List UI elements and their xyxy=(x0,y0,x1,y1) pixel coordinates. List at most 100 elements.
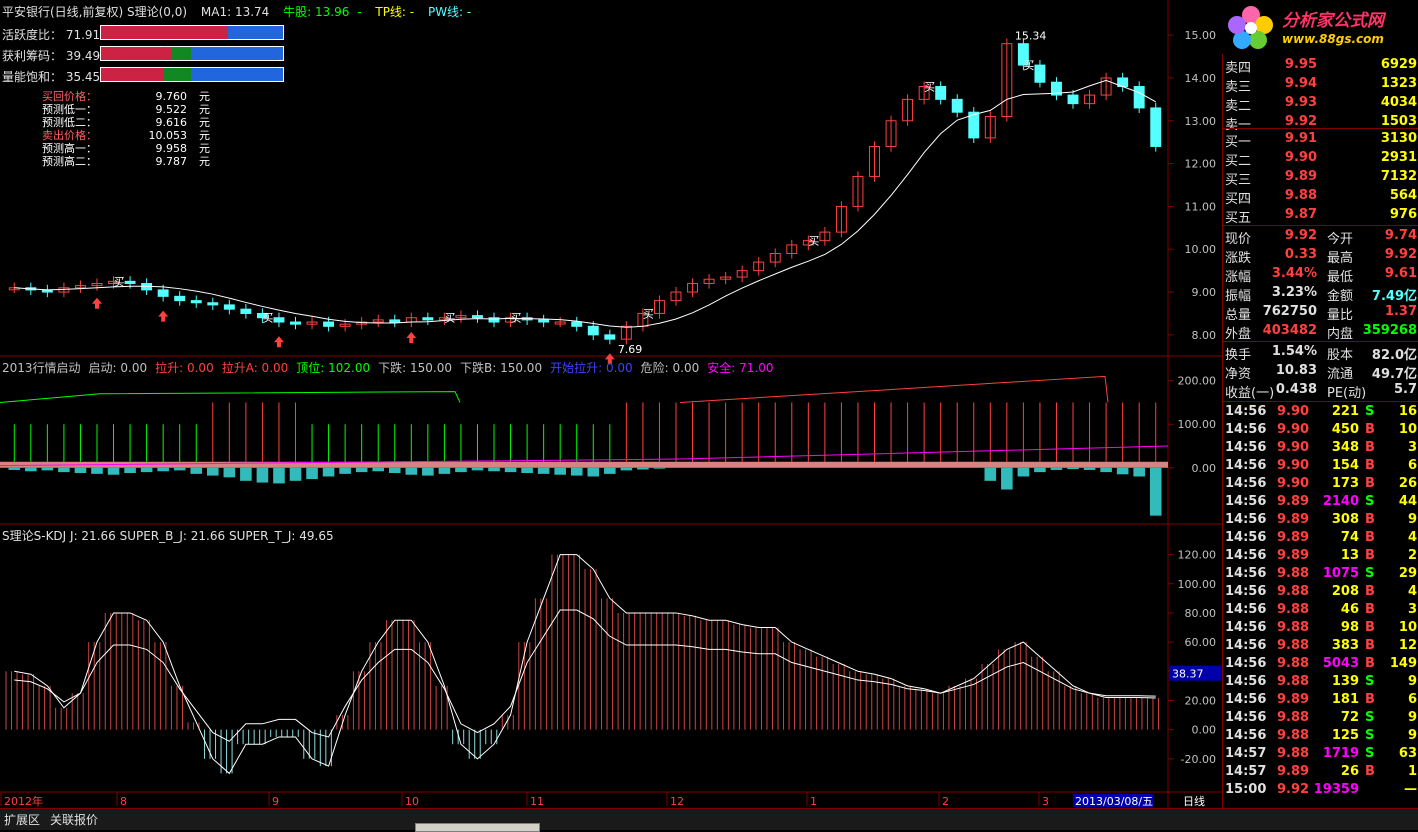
x-tick-label: 12 xyxy=(670,795,684,808)
tick-row: 14:56 9.89 2140 S 44 xyxy=(1223,493,1418,512)
stat-row-cell: 最高 xyxy=(1327,251,1354,266)
tick-row-cell: 14:56 xyxy=(1225,674,1267,689)
tick-row-cell: 14:56 xyxy=(1225,440,1267,455)
tick-row-cell: B xyxy=(1365,476,1375,491)
bid-row-cell: 买二 xyxy=(1225,154,1252,169)
stat-row-cell: 3.44% xyxy=(1271,266,1317,281)
tab-related-quote[interactable]: 关联报价 xyxy=(50,811,98,828)
chart-canvas[interactable]: 15.0014.0013.0012.0011.0010.009.008.00买买… xyxy=(0,0,1418,829)
stat-row-cell: 涨幅 xyxy=(1225,270,1252,285)
tick-row-cell: 15:00 xyxy=(1225,782,1267,797)
tick-row-cell: 9.92 xyxy=(1277,782,1310,797)
danger-bar xyxy=(190,467,203,474)
tick-row-cell: 9.88 xyxy=(1277,746,1310,761)
indicator-header-item: 安全: 71.00 xyxy=(707,361,774,375)
x-tick-label: 1 xyxy=(810,795,817,808)
danger-bar xyxy=(604,467,616,474)
flower-logo-icon xyxy=(1228,6,1273,49)
divider xyxy=(1223,401,1418,402)
indicator-bar-segment xyxy=(101,26,229,39)
tick-row-cell: 2 xyxy=(1407,548,1417,563)
y-tick-label: 8.00 xyxy=(1192,329,1217,342)
prediction-field: 元 xyxy=(199,103,210,116)
buy-marker-label: 买 xyxy=(924,81,935,94)
indicator-bar xyxy=(100,67,284,82)
indicator-bar-segment xyxy=(163,68,192,81)
danger-bar xyxy=(140,467,153,473)
bid-row: 买二 9.90 2931 xyxy=(1223,149,1418,169)
indicator-bar-segment xyxy=(191,47,283,60)
indicator-row: 活跃度比： 71.91 xyxy=(2,25,284,42)
tick-row-cell: 9.89 xyxy=(1277,692,1310,707)
stat2-row-cell: 流通 xyxy=(1327,367,1354,382)
buy-marker-label: 买 xyxy=(808,235,819,248)
buy-marker-label: 买 xyxy=(511,312,522,325)
bid-row: 买三 9.89 7132 xyxy=(1223,168,1418,188)
tick-row: 14:56 9.88 72 S 9 xyxy=(1223,709,1418,728)
tick-row-cell: 208 xyxy=(1331,584,1359,599)
prediction-row: 预测低二： 9.616 元 xyxy=(42,116,210,129)
y-tick-label: 15.00 xyxy=(1185,29,1217,42)
stat-row-cell: 0.33 xyxy=(1284,247,1317,262)
tick-row-cell: B xyxy=(1365,548,1375,563)
candle-body xyxy=(323,321,335,327)
prediction-field: 9.616 xyxy=(155,116,188,129)
danger-bar xyxy=(41,467,54,471)
indicator-header-item: 下跌: 150.00 xyxy=(378,361,452,375)
tick-row-cell: 221 xyxy=(1331,404,1359,419)
stat2-row: 净资 10.83 流通 49.7亿 xyxy=(1223,362,1418,382)
indicator-row: 量能饱和： 35.45 xyxy=(2,67,284,84)
tick-row-cell: S xyxy=(1365,566,1375,581)
candle-body xyxy=(273,317,285,323)
danger-bar xyxy=(1001,467,1013,490)
stat2-row-cell: 净资 xyxy=(1225,367,1252,382)
tick-row-cell: 10 xyxy=(1398,620,1417,635)
tick-row-cell: 2140 xyxy=(1322,494,1359,509)
ask-row-cell: 卖二 xyxy=(1225,99,1252,114)
buy-marker-label: 买 xyxy=(1023,59,1034,72)
tick-row-cell: 14:56 xyxy=(1225,692,1267,707)
tab-extension-area[interactable]: 扩展区 xyxy=(4,811,40,828)
bid-row-cell: 7132 xyxy=(1380,169,1417,184)
stat-row-cell: 3.23% xyxy=(1271,285,1317,300)
main-chart-header: 平安银行(日线,前复权) S理论(0,0) MA1: 13.74 牛股: 13.… xyxy=(2,3,481,20)
indicator-header-item: 危险: 0.00 xyxy=(640,361,700,375)
current-value-tag: 38.37 xyxy=(1172,668,1204,681)
danger-bar xyxy=(1133,467,1145,477)
y-tick-label: 60.00 xyxy=(1185,636,1217,649)
tick-row: 14:56 9.90 450 B 10 xyxy=(1223,421,1418,440)
tick-row-cell: 14:56 xyxy=(1225,710,1267,725)
ask-row-cell: 4034 xyxy=(1380,95,1417,110)
bid-row-cell: 买五 xyxy=(1225,211,1252,226)
prediction-field: 9.958 xyxy=(155,142,188,155)
danger-bar xyxy=(504,467,517,473)
stat-row-cell: 最低 xyxy=(1327,270,1354,285)
ma1-value: MA1: 13.74 xyxy=(200,5,270,19)
ask-row-cell: 1503 xyxy=(1380,114,1417,129)
candle-body xyxy=(223,304,235,310)
prediction-field: 预测高二： xyxy=(42,155,97,168)
tick-row-cell: 26 xyxy=(1398,476,1417,491)
candle-body xyxy=(190,300,202,304)
indicator-header-item: 拉升: 0.00 xyxy=(155,361,214,375)
bid-row-cell: 买三 xyxy=(1225,173,1252,188)
tick-row-cell: 181 xyxy=(1331,692,1359,707)
horizontal-scrollbar[interactable] xyxy=(415,823,540,832)
danger-bar xyxy=(1116,467,1129,475)
main-chart-title: 平安银行(日线,前复权) S理论(0,0) xyxy=(2,5,188,19)
tick-row-cell: S xyxy=(1365,404,1375,419)
tick-row-cell: 16 xyxy=(1398,404,1417,419)
stat-row-cell: 金额 xyxy=(1327,289,1354,304)
danger-bar xyxy=(554,467,566,475)
indicator-header-item: 拉升A: 0.00 xyxy=(221,361,289,375)
tick-row: 14:56 9.88 5043 B 149 xyxy=(1223,655,1418,674)
danger-bar xyxy=(107,467,120,475)
indicator-bar-segment xyxy=(171,47,192,60)
tick-row-cell: 5043 xyxy=(1322,656,1359,671)
danger-bar xyxy=(1067,467,1079,470)
indicator-header-item: 顶位: 102.00 xyxy=(296,361,371,375)
danger-bar xyxy=(25,467,37,472)
tick-row: 14:56 9.89 74 B 4 xyxy=(1223,529,1418,548)
tick-row-cell: 3 xyxy=(1407,440,1417,455)
tick-row-cell: 348 xyxy=(1331,440,1359,455)
